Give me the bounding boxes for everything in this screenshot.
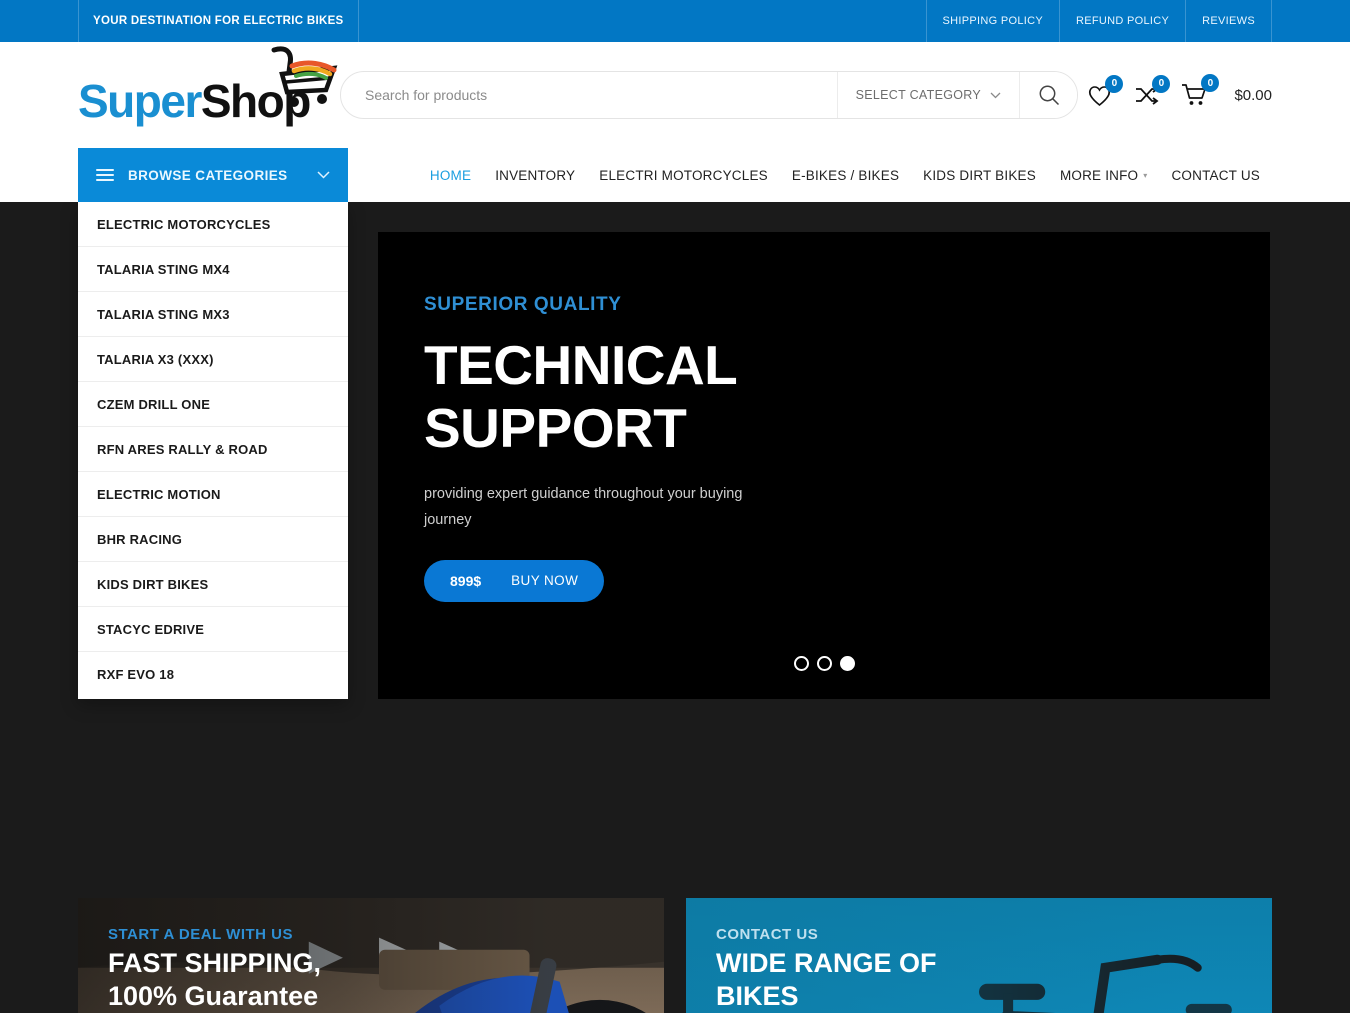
- hero-kicker: SUPERIOR QUALITY: [424, 294, 622, 315]
- header-action-icons: 0 0 0 $0.00: [1087, 74, 1272, 107]
- category-item-rfn-ares-rally-road[interactable]: RFN ARES RALLY & ROAD: [78, 427, 348, 472]
- promo-content: CONTACT US WIDE RANGE OF BIKES providing…: [716, 926, 1242, 1013]
- nav-label: KIDS DIRT BIKES: [923, 167, 1036, 183]
- promo-title-line-2: 100% Guarantee: [108, 980, 319, 1011]
- search-bar: SELECT CATEGORY: [340, 71, 1078, 119]
- promo-kicker: START A DEAL WITH US: [108, 926, 293, 943]
- category-item-czem-drill-one[interactable]: CZEM DRILL ONE: [78, 382, 348, 427]
- promo-kicker: CONTACT US: [716, 926, 819, 943]
- nav-label: CONTACT US: [1171, 167, 1260, 183]
- cart-count-badge: 0: [1201, 74, 1220, 92]
- hero-dot-3[interactable]: [839, 656, 855, 671]
- promo-title: FAST SHIPPING, 100% Guarantee: [108, 947, 634, 1013]
- hero-dot-1[interactable]: [793, 656, 809, 671]
- promo-card-wide-range[interactable]: LECTRIC CONTACT US WIDE RANGE OF BIKES p…: [686, 898, 1272, 1013]
- hero-price: 899$: [450, 572, 482, 589]
- nav-label: HOME: [429, 167, 472, 183]
- hero-content: SUPERIOR QUALITY TECHNICAL SUPPORT provi…: [378, 232, 1270, 602]
- category-item-kids-dirt-bikes[interactable]: KIDS DIRT BIKES: [78, 562, 348, 607]
- logo-text-shop: Shop: [200, 75, 311, 127]
- category-item-talaria-sting-mx4[interactable]: TALARIA STING MX4: [78, 247, 348, 292]
- category-item-stacyc-edrive[interactable]: STACYC EDRIVE: [78, 607, 348, 652]
- search-input[interactable]: [341, 72, 837, 118]
- nav-label: E-BIKES / BIKES: [791, 167, 900, 183]
- nav-label: MORE INFO: [1059, 167, 1139, 183]
- browse-categories-label: BROWSE CATEGORIES: [128, 167, 288, 183]
- hero-subtitle: providing expert guidance throughout you…: [424, 486, 743, 529]
- category-item-electric-motorcycles[interactable]: ELECTRIC MOTORCYCLES: [78, 202, 348, 247]
- top-links: SHIPPING POLICY REFUND POLICY REVIEWS: [925, 0, 1350, 42]
- category-dropdown-panel: ELECTRIC MOTORCYCLES TALARIA STING MX4 T…: [78, 202, 348, 699]
- logo-text-super: Super: [78, 75, 202, 127]
- nav-item-kids-dirt-bikes[interactable]: KIDS DIRT BIKES: [911, 168, 1048, 183]
- chevron-down-icon: [990, 92, 1001, 98]
- page-content: ELECTRIC MOTORCYCLES TALARIA STING MX4 T…: [0, 202, 1350, 1013]
- category-item-talaria-sting-mx3[interactable]: TALARIA STING MX3: [78, 292, 348, 337]
- top-link-reviews[interactable]: REVIEWS: [1185, 0, 1272, 42]
- cart-button[interactable]: 0: [1181, 74, 1220, 107]
- nav-item-contact-us[interactable]: CONTACT US: [1159, 168, 1272, 183]
- primary-nav-bar: BROWSE CATEGORIES HOME INVENTORY ELECTRI…: [0, 148, 1350, 202]
- nav-item-electri-motorcycles[interactable]: ELECTRI MOTORCYCLES: [587, 168, 780, 183]
- site-header: SuperShop SELECT CATEGORY 0: [0, 42, 1350, 148]
- category-item-electric-motion[interactable]: ELECTRIC MOTION: [78, 472, 348, 517]
- nav-item-more-info[interactable]: MORE INFO ▾: [1048, 168, 1160, 183]
- search-category-select[interactable]: SELECT CATEGORY: [836, 72, 1019, 118]
- logo-wordmark: SuperShop: [78, 75, 311, 127]
- top-link-refund-policy[interactable]: REFUND POLICY: [1059, 0, 1185, 42]
- nav-label: INVENTORY: [495, 167, 576, 183]
- promo-card-fast-shipping[interactable]: START A DEAL WITH US FAST SHIPPING, 100%…: [78, 898, 664, 1013]
- top-tagline-wrapper: YOUR DESTINATION FOR ELECTRIC BIKES: [78, 0, 359, 42]
- nav-item-inventory[interactable]: INVENTORY: [483, 168, 587, 183]
- hero-title-line-2: SUPPORT: [424, 396, 687, 459]
- top-tagline: YOUR DESTINATION FOR ELECTRIC BIKES: [93, 15, 344, 27]
- nav-label: ELECTRI MOTORCYCLES: [599, 167, 768, 183]
- top-link-shipping-policy[interactable]: SHIPPING POLICY: [925, 0, 1059, 42]
- promo-title-line-1: FAST SHIPPING,: [108, 948, 322, 978]
- top-announcement-bar: YOUR DESTINATION FOR ELECTRIC BIKES SHIP…: [0, 0, 1350, 42]
- hero-cta-label: BUY NOW: [511, 573, 579, 589]
- browse-categories-button[interactable]: BROWSE CATEGORIES: [78, 148, 348, 202]
- promo-title-line-1: WIDE RANGE OF: [716, 948, 937, 978]
- cart-total-amount: $0.00: [1234, 86, 1272, 104]
- hamburger-icon: [96, 169, 114, 181]
- search-category-label: SELECT CATEGORY: [855, 88, 981, 102]
- promo-title-line-2: BIKES: [716, 980, 799, 1011]
- wishlist-count-badge: 0: [1105, 74, 1124, 93]
- chevron-down-icon: ▾: [1143, 170, 1148, 180]
- category-item-bhr-racing[interactable]: BHR RACING: [78, 517, 348, 562]
- compare-count-badge: 0: [1152, 74, 1171, 93]
- promo-cards: START A DEAL WITH US FAST SHIPPING, 100%…: [78, 898, 1272, 1013]
- nav-item-home[interactable]: HOME: [418, 168, 483, 183]
- wishlist-button[interactable]: 0: [1087, 74, 1124, 107]
- hero-title-line-1: TECHNICAL: [424, 334, 738, 396]
- search-icon: [1039, 85, 1059, 106]
- category-item-rxf-evo-18[interactable]: RXF EVO 18: [78, 652, 348, 697]
- hero-dot-2[interactable]: [816, 656, 832, 671]
- compare-button[interactable]: 0: [1134, 74, 1171, 107]
- search-submit-button[interactable]: [1019, 72, 1077, 118]
- nav-item-e-bikes-bikes[interactable]: E-BIKES / BIKES: [780, 168, 911, 183]
- chevron-down-icon: [317, 171, 330, 179]
- hero-slider: SUPERIOR QUALITY TECHNICAL SUPPORT provi…: [378, 232, 1270, 699]
- hero-title: TECHNICAL SUPPORT: [424, 334, 1270, 459]
- main-menu: HOME INVENTORY ELECTRI MOTORCYCLES E-BIK…: [418, 168, 1272, 183]
- promo-content: START A DEAL WITH US FAST SHIPPING, 100%…: [108, 926, 634, 1013]
- hero-buy-now-button[interactable]: 899$ BUY NOW: [424, 559, 605, 602]
- promo-title: WIDE RANGE OF BIKES: [716, 947, 1242, 1013]
- hero-slider-dots: [378, 656, 1270, 671]
- category-item-talaria-x3[interactable]: TALARIA X3 (XXX): [78, 337, 348, 382]
- site-logo[interactable]: SuperShop: [78, 42, 340, 148]
